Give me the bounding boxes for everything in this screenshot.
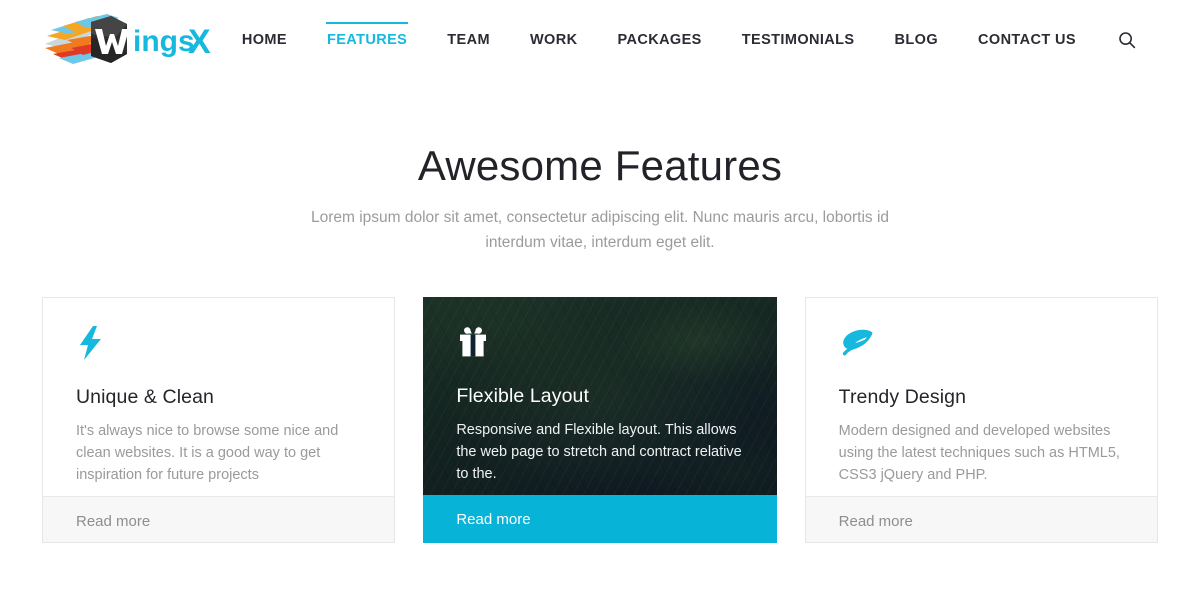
card-title: Flexible Layout (456, 385, 589, 408)
search-button[interactable] (1114, 27, 1140, 53)
wingsx-logo-icon: ings X (45, 14, 211, 64)
nav-item-blog[interactable]: BLOG (875, 22, 959, 58)
nav-item-packages[interactable]: PACKAGES (597, 22, 721, 58)
leaf-icon (842, 329, 873, 356)
gift-icon (460, 327, 487, 357)
card-title: Unique & Clean (76, 386, 214, 409)
card-description: Modern designed and developed websites u… (838, 423, 1120, 484)
feature-card-flexible-layout[interactable]: Flexible Layout Responsive and Flexible … (423, 297, 777, 544)
features-section-header: Awesome Features Lorem ipsum dolor sit a… (0, 142, 1200, 255)
card-body: Trendy Design Modern designed and develo… (806, 298, 1157, 496)
read-more-link[interactable]: Read more (423, 495, 777, 544)
brand-logo[interactable]: ings X (45, 12, 217, 68)
section-subtitle: Lorem ipsum dolor sit amet, consectetur … (310, 209, 890, 251)
card-body: Flexible Layout Responsive and Flexible … (423, 297, 776, 495)
main-navigation: HOME FEATURES TEAM WORK PACKAGES TESTIMO… (222, 22, 1140, 58)
card-title: Trendy Design (838, 386, 967, 409)
lightning-bolt-icon (80, 326, 101, 361)
read-more-link[interactable]: Read more (805, 496, 1157, 543)
card-description: Responsive and Flexible layout. This all… (456, 422, 742, 483)
page-title: Awesome Features (417, 142, 783, 189)
card-body: Unique & Clean It's always nice to brows… (43, 298, 394, 496)
card-description: It's always nice to browse some nice and… (76, 423, 339, 484)
feature-cards: Unique & Clean It's always nice to brows… (0, 297, 1200, 544)
feature-card-trendy-design[interactable]: Trendy Design Modern designed and develo… (804, 297, 1158, 544)
feature-card-unique-clean[interactable]: Unique & Clean It's always nice to brows… (42, 297, 396, 544)
svg-text:X: X (188, 23, 211, 61)
search-icon (1119, 32, 1136, 49)
nav-item-features[interactable]: FEATURES (307, 22, 427, 58)
nav-item-team[interactable]: TEAM (427, 22, 510, 58)
svg-text:ings: ings (133, 25, 195, 58)
nav-item-work[interactable]: WORK (510, 22, 598, 58)
site-header: ings X HOME FEATURES TEAM WORK PACKAGES … (0, 0, 1200, 80)
nav-item-testimonials[interactable]: TESTIMONIALS (722, 22, 875, 58)
nav-item-contact-us[interactable]: CONTACT US (958, 22, 1096, 58)
nav-item-home[interactable]: HOME (222, 22, 307, 58)
read-more-link[interactable]: Read more (43, 496, 395, 543)
